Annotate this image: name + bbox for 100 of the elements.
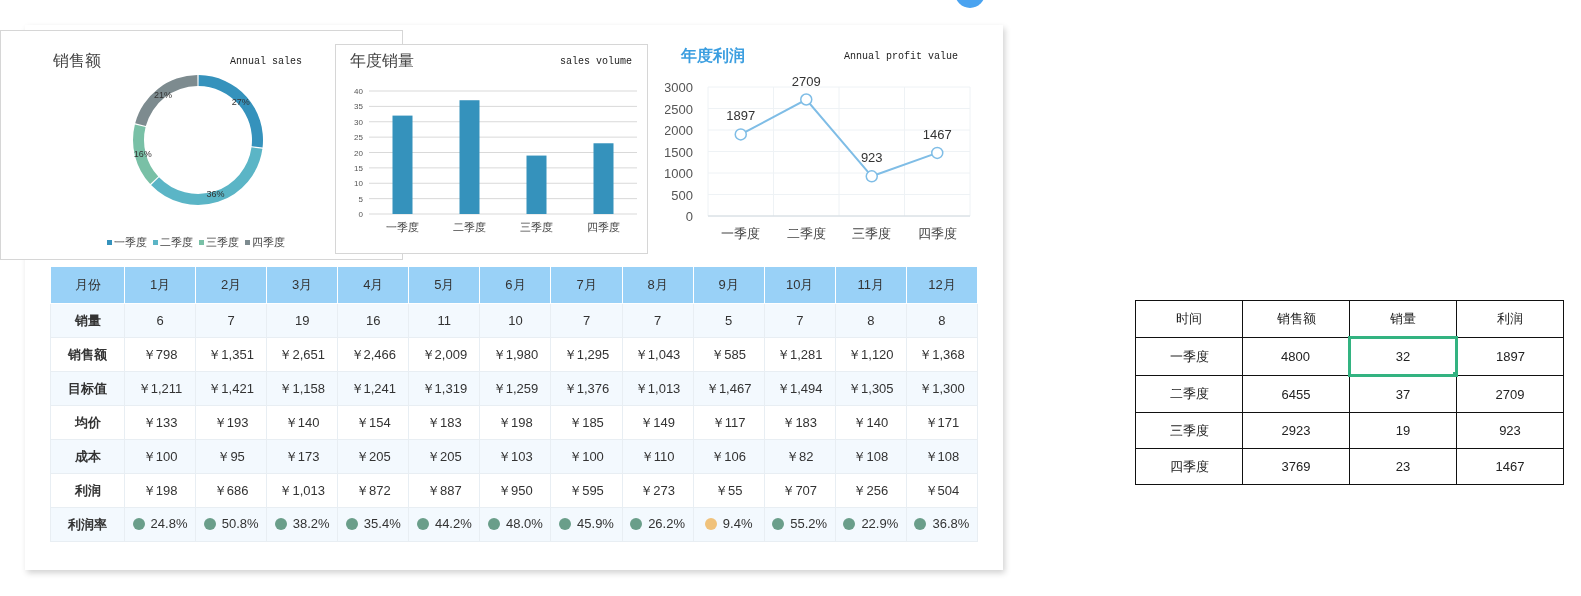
- table-cell: ￥872: [337, 473, 409, 508]
- table-cell: ￥100: [124, 439, 196, 474]
- table-cell: ￥950: [479, 473, 551, 508]
- tick-label: 1500: [665, 144, 693, 160]
- table-cell[interactable]: 19: [1349, 412, 1457, 449]
- data-label: 923: [860, 150, 883, 166]
- table-cell: 24.8%: [150, 516, 188, 532]
- table-cell: ￥140: [835, 405, 907, 440]
- table-cell: 19: [266, 303, 338, 338]
- column-header: 7月: [550, 266, 623, 304]
- row-label: 目标值: [50, 371, 125, 406]
- table-cell[interactable]: 2923: [1242, 412, 1350, 449]
- column-header: 12月: [906, 266, 978, 304]
- table-cell: 36.8%: [932, 516, 970, 532]
- table-cell[interactable]: 1467: [1456, 448, 1564, 485]
- table-cell: 35.4%: [363, 516, 401, 532]
- table-cell[interactable]: 四季度: [1135, 448, 1243, 485]
- table-cell[interactable]: 三季度: [1135, 412, 1243, 449]
- table-cell: 10: [479, 303, 551, 338]
- table-cell: 50.8%: [221, 516, 259, 532]
- table-cell: ￥1,295: [550, 337, 623, 372]
- table-cell[interactable]: 923: [1456, 412, 1564, 449]
- data-point: [931, 146, 944, 160]
- legend-item: 二季度: [152, 235, 193, 250]
- table-cell: ￥1,980: [479, 337, 551, 372]
- table-cell[interactable]: 23: [1349, 448, 1457, 485]
- table-cell: ￥1,120: [835, 337, 907, 372]
- table-cell: 22.9%: [861, 516, 899, 532]
- column-header: 4月: [337, 266, 409, 304]
- column-header: 5月: [408, 266, 480, 304]
- row-label: 利润率: [50, 507, 125, 542]
- chart-subtitle: Annual sales: [230, 55, 302, 67]
- table-cell: 5: [693, 303, 765, 338]
- table-cell[interactable]: 6455: [1242, 375, 1350, 413]
- table-cell[interactable]: 3769: [1242, 448, 1350, 485]
- table-cell: ￥1,351: [195, 337, 267, 372]
- legend-item: 一季度: [106, 235, 147, 250]
- table-cell: ￥140: [266, 405, 338, 440]
- column-header: 利润: [1456, 300, 1564, 338]
- tick-label: 1000: [665, 166, 693, 181]
- table-cell: ￥205: [408, 439, 480, 474]
- table-cell: ￥183: [764, 405, 836, 440]
- tick-label: 0: [358, 210, 363, 219]
- row-label: 成本: [50, 439, 125, 474]
- tick-label: 35: [354, 102, 363, 112]
- table-cell: ￥1,158: [266, 371, 338, 406]
- table-cell: ￥149: [622, 405, 694, 440]
- table-cell: ￥171: [906, 405, 978, 440]
- column-header: 1月: [124, 266, 196, 304]
- table-cell: ￥198: [124, 473, 196, 508]
- table-cell: ￥887: [408, 473, 480, 508]
- table-cell: ￥103: [479, 439, 551, 474]
- table-cell: 38.2%: [292, 516, 330, 532]
- category-label: 四季度: [917, 226, 957, 241]
- table-cell: ￥1,368: [906, 337, 978, 372]
- category-label: 二季度: [453, 221, 486, 233]
- table-cell[interactable]: 1897: [1456, 337, 1564, 376]
- table-cell: 7: [550, 303, 623, 338]
- tick-label: 3000: [665, 80, 693, 95]
- tick-label: 15: [354, 163, 363, 173]
- data-label: 2709: [791, 73, 821, 89]
- chart-subtitle: Annual profit value: [843, 50, 958, 62]
- column-header: 月份: [50, 266, 125, 304]
- legend-item: 三季度: [198, 235, 239, 250]
- chart-title: 年度利润: [681, 45, 745, 66]
- table-cell: ￥154: [337, 405, 409, 440]
- bar: [593, 143, 614, 214]
- table-cell[interactable]: 二季度: [1135, 375, 1243, 413]
- table-cell: ￥133: [124, 405, 196, 440]
- table-cell: 45.9%: [577, 516, 614, 532]
- table-cell: ￥686: [195, 473, 267, 508]
- column-header: 销售额: [1242, 300, 1350, 338]
- table-cell: ￥55: [693, 473, 765, 508]
- table-cell: ￥1,376: [550, 371, 623, 406]
- table-cell: ￥185: [550, 405, 623, 440]
- row-label: 销售额: [50, 337, 125, 372]
- table-cell: ￥1,211: [124, 371, 196, 406]
- table-cell: 7: [195, 303, 267, 338]
- tick-label: 2000: [665, 123, 693, 138]
- table-cell[interactable]: 一季度: [1135, 337, 1243, 376]
- category-label: 一季度: [721, 226, 761, 241]
- data-label: 36%: [206, 189, 225, 200]
- table-cell: ￥110: [622, 439, 694, 474]
- table-cell[interactable]: 2709: [1456, 375, 1564, 413]
- table-cell: 55.2%: [790, 516, 828, 532]
- table-cell: 8: [906, 303, 978, 338]
- column-header: 销量: [1349, 300, 1457, 338]
- bar: [526, 155, 547, 214]
- table-cell[interactable]: 37: [1349, 375, 1457, 413]
- table-cell: ￥1,259: [479, 371, 551, 406]
- table-cell: ￥2,009: [408, 337, 480, 372]
- table-cell[interactable]: 32: [1349, 337, 1457, 376]
- table-cell: ￥106: [693, 439, 765, 474]
- column-header: 2月: [195, 266, 267, 304]
- table-cell: 16: [337, 303, 409, 338]
- tick-label: 5: [358, 194, 363, 204]
- table-cell: ￥193: [195, 405, 267, 440]
- column-header: 3月: [266, 266, 338, 304]
- data-point: [865, 170, 878, 183]
- tick-label: 30: [354, 117, 363, 127]
